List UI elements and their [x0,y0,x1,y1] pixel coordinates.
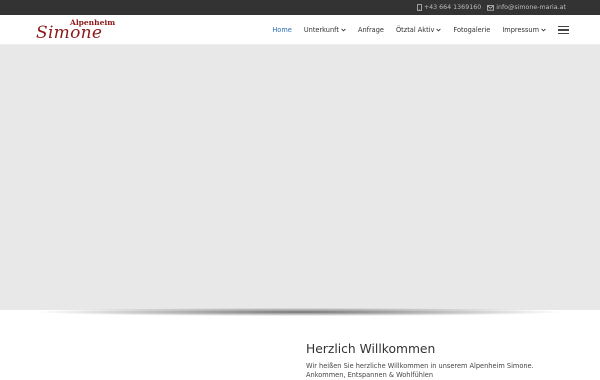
welcome-text: Wir heißen Sie herzliche Willkommen in u… [306,362,586,380]
email-address: info@simone-maria.at [496,4,566,11]
logo-title: Simone [36,23,103,43]
nav-label: Ötztal Aktiv [395,26,435,34]
mobile-phone-icon [416,4,422,11]
welcome-heading: Herzlich Willkommen [306,342,436,356]
site-logo[interactable]: Alpenheim Simone [36,16,118,44]
main-navigation: Home Unterkunft Anfrage Ötztal Aktiv Fot… [266,15,569,45]
hero-slider[interactable] [0,45,600,310]
menu-line [558,26,569,28]
nav-item-home[interactable]: Home [266,26,297,34]
nav-label: Impressum [502,26,539,34]
phone-contact[interactable]: +43 664 1369160 [416,4,482,11]
top-contact-bar: +43 664 1369160 info@simone-maria.at [0,0,600,15]
nav-label: Anfrage [357,26,384,34]
hero-shadow [40,308,560,316]
chevron-down-icon [541,28,546,32]
envelope-icon [487,4,495,11]
site-header: Alpenheim Simone Home Unterkunft Anfrage… [0,15,600,45]
welcome-line-1: Wir heißen Sie herzliche Willkommen in u… [306,362,534,370]
phone-number: +43 664 1369160 [423,4,482,11]
menu-line [558,32,569,34]
nav-item-fotogalerie[interactable]: Fotogalerie [447,26,496,34]
welcome-section: Herzlich Willkommen Wir heißen Sie herzl… [306,342,586,380]
nav-label: Unterkunft [303,26,339,34]
nav-item-impressum[interactable]: Impressum [496,26,552,34]
nav-item-unterkunft[interactable]: Unterkunft [298,26,352,34]
nav-item-oetztal-aktiv[interactable]: Ötztal Aktiv [390,26,447,34]
menu-line [558,29,569,31]
welcome-line-2: Ankommen, Entspannen & Wohlfühlen [306,371,434,379]
nav-label: Fotogalerie [453,26,491,34]
nav-item-anfrage[interactable]: Anfrage [352,26,390,34]
email-contact[interactable]: info@simone-maria.at [487,4,566,11]
chevron-down-icon [341,28,346,32]
hamburger-menu-icon[interactable] [558,26,569,34]
contact-info: +43 664 1369160 info@simone-maria.at [416,0,566,15]
nav-label: Home [272,26,292,34]
chevron-down-icon [436,28,442,32]
